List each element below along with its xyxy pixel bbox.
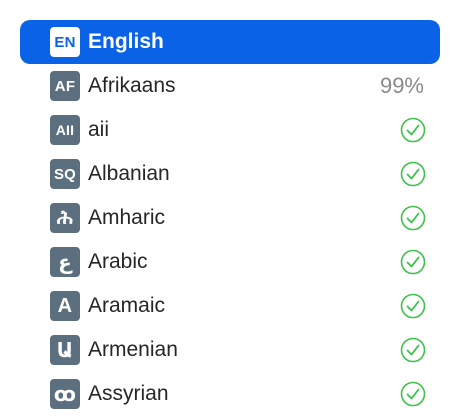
language-row-english[interactable]: EN English — [20, 20, 440, 64]
checkmark-circle-icon — [400, 381, 426, 407]
language-code-badge: Ա — [50, 335, 80, 365]
language-code-badge: AII — [50, 115, 80, 145]
language-name: Albanian — [88, 162, 170, 185]
checkmark-circle-icon — [400, 161, 426, 187]
checkmark-circle-icon — [400, 337, 426, 363]
checkmark-circle-icon — [400, 205, 426, 231]
language-name: Amharic — [88, 206, 166, 229]
language-row-albanian[interactable]: SQ Albanian — [20, 152, 440, 196]
language-name: English — [88, 30, 164, 53]
checkmark-circle-icon — [400, 249, 426, 275]
language-name: Assyrian — [88, 382, 169, 405]
language-code-badge: EN — [50, 27, 80, 57]
checkmark-circle-icon — [400, 117, 426, 143]
language-row-aramaic[interactable]: A Aramaic — [20, 284, 440, 328]
language-row-aii[interactable]: AII aii — [20, 108, 440, 152]
language-code-badge: ሕ — [50, 203, 80, 233]
language-row-arabic[interactable]: ع Arabic — [20, 240, 440, 284]
language-name: aii — [88, 118, 110, 141]
language-code-badge: ꝏ — [50, 379, 80, 409]
language-code-badge: AF — [50, 71, 80, 101]
language-code-badge: ع — [50, 247, 80, 277]
language-name: Afrikaans — [88, 74, 176, 97]
language-name: Aramaic — [88, 294, 166, 317]
language-list: EN English AF Afrikaans 99% AII aii SQ A… — [0, 0, 460, 420]
checkmark-circle-icon — [400, 293, 426, 319]
language-code-badge: SQ — [50, 159, 80, 189]
language-code-badge: A — [50, 291, 80, 321]
language-name: Armenian — [88, 338, 178, 361]
language-row-afrikaans[interactable]: AF Afrikaans 99% — [20, 64, 440, 108]
translation-progress: 99% — [379, 73, 424, 98]
language-name: Arabic — [88, 250, 148, 273]
language-row-armenian[interactable]: Ա Armenian — [20, 328, 440, 372]
language-row-amharic[interactable]: ሕ Amharic — [20, 196, 440, 240]
language-row-assyrian[interactable]: ꝏ Assyrian — [20, 372, 440, 416]
